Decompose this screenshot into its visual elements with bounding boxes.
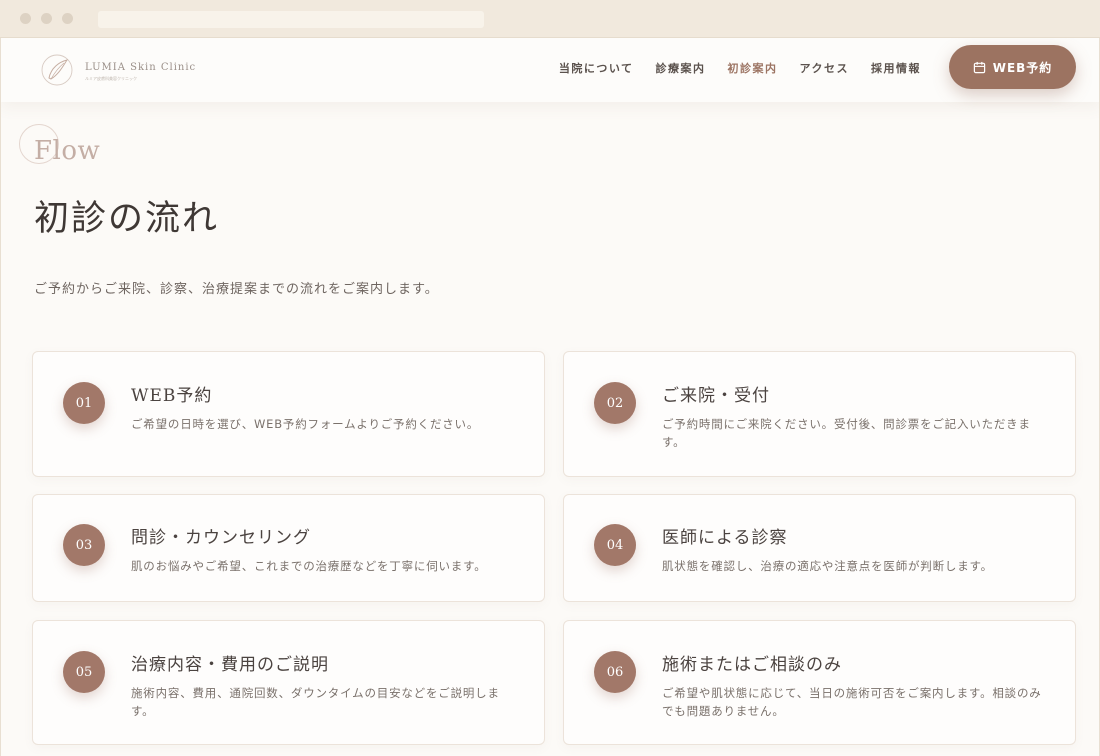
step-title: 医師による診察 (662, 528, 788, 548)
step-title: 問診・カウンセリング (131, 528, 311, 548)
step-description: 肌のお悩みやご希望、これまでの治療歴などを丁寧に伺います。 (131, 559, 487, 573)
page-lead: ご予約からご来院、診察、治療提案までの流れをご案内します。 (34, 282, 439, 297)
step-card-05: 05 治療内容・費用のご説明 施術内容、費用、通院回数、ダウンタイムの目安などを… (32, 620, 545, 745)
nav-about[interactable]: 当院について (559, 60, 634, 76)
step-number: 06 (594, 651, 636, 693)
section-eyebrow: Flow (34, 136, 101, 166)
step-title: 治療内容・費用のご説明 (131, 655, 329, 675)
calendar-icon (973, 61, 985, 73)
web-reservation-label: WEB予約 (992, 60, 1053, 75)
main-nav: 当院について 診療案内 初診案内 アクセス 採用情報 (559, 60, 921, 76)
step-description: 施術内容、費用、通院回数、ダウンタイムの目安などをご説明します。 (131, 686, 500, 718)
step-title: WEB予約 (131, 386, 213, 406)
step-description: ご希望の日時を選び、WEB予約フォームよりご予約ください。 (131, 417, 480, 431)
nav-access[interactable]: アクセス (800, 60, 849, 76)
step-number: 04 (594, 524, 636, 566)
nav-first-visit[interactable]: 初診案内 (728, 60, 778, 76)
step-card-01: 01 WEB予約 ご希望の日時を選び、WEB予約フォームよりご予約ください。 (32, 351, 545, 477)
nav-treatment[interactable]: 診療案内 (656, 60, 706, 76)
nav-recruit[interactable]: 採用情報 (871, 60, 921, 76)
step-number: 02 (594, 382, 636, 424)
step-title: 施術またはご相談のみ (662, 655, 842, 675)
step-number: 01 (63, 382, 105, 424)
step-description: ご予約時間にご来院ください。受付後、問診票をご記入いただきます。 (662, 417, 1031, 449)
step-number: 03 (63, 524, 105, 566)
web-reservation-button[interactable]: WEB予約 (949, 45, 1076, 89)
site-header: LUMIA Skin Clinic ルミア皮膚科美容クリニック 当院について 診… (1, 38, 1099, 102)
step-description: ご希望や肌状態に応じて、当日の施術可否をご案内します。相談のみでも問題ありません… (662, 686, 1042, 718)
step-card-02: 02 ご来院・受付 ご予約時間にご来院ください。受付後、問診票をご記入いただきま… (563, 351, 1076, 477)
window-maximize-dot[interactable] (62, 13, 73, 24)
page: LUMIA Skin Clinic ルミア皮膚科美容クリニック 当院について 診… (0, 38, 1100, 756)
browser-toolbar (0, 0, 1100, 38)
logo-wordmark: LUMIA Skin Clinic (85, 62, 197, 73)
address-bar[interactable] (98, 11, 484, 28)
window-minimize-dot[interactable] (41, 13, 52, 24)
step-description: 肌状態を確認し、治療の適応や注意点を医師が判断します。 (662, 559, 993, 573)
step-card-04: 04 医師による診察 肌状態を確認し、治療の適応や注意点を医師が判断します。 (563, 494, 1076, 602)
step-number: 05 (63, 651, 105, 693)
step-card-03: 03 問診・カウンセリング 肌のお悩みやご希望、これまでの治療歴などを丁寧に伺い… (32, 494, 545, 602)
step-title: ご来院・受付 (662, 386, 770, 406)
window-close-dot[interactable] (20, 13, 31, 24)
logo-subtitle: ルミア皮膚科美容クリニック (85, 76, 137, 81)
clinic-logo[interactable]: LUMIA Skin Clinic ルミア皮膚科美容クリニック (39, 50, 195, 90)
leaf-logo-icon (41, 54, 73, 86)
page-title: 初診の流れ (34, 199, 220, 239)
step-card-06: 06 施術またはご相談のみ ご希望や肌状態に応じて、当日の施術可否をご案内します… (563, 620, 1076, 745)
